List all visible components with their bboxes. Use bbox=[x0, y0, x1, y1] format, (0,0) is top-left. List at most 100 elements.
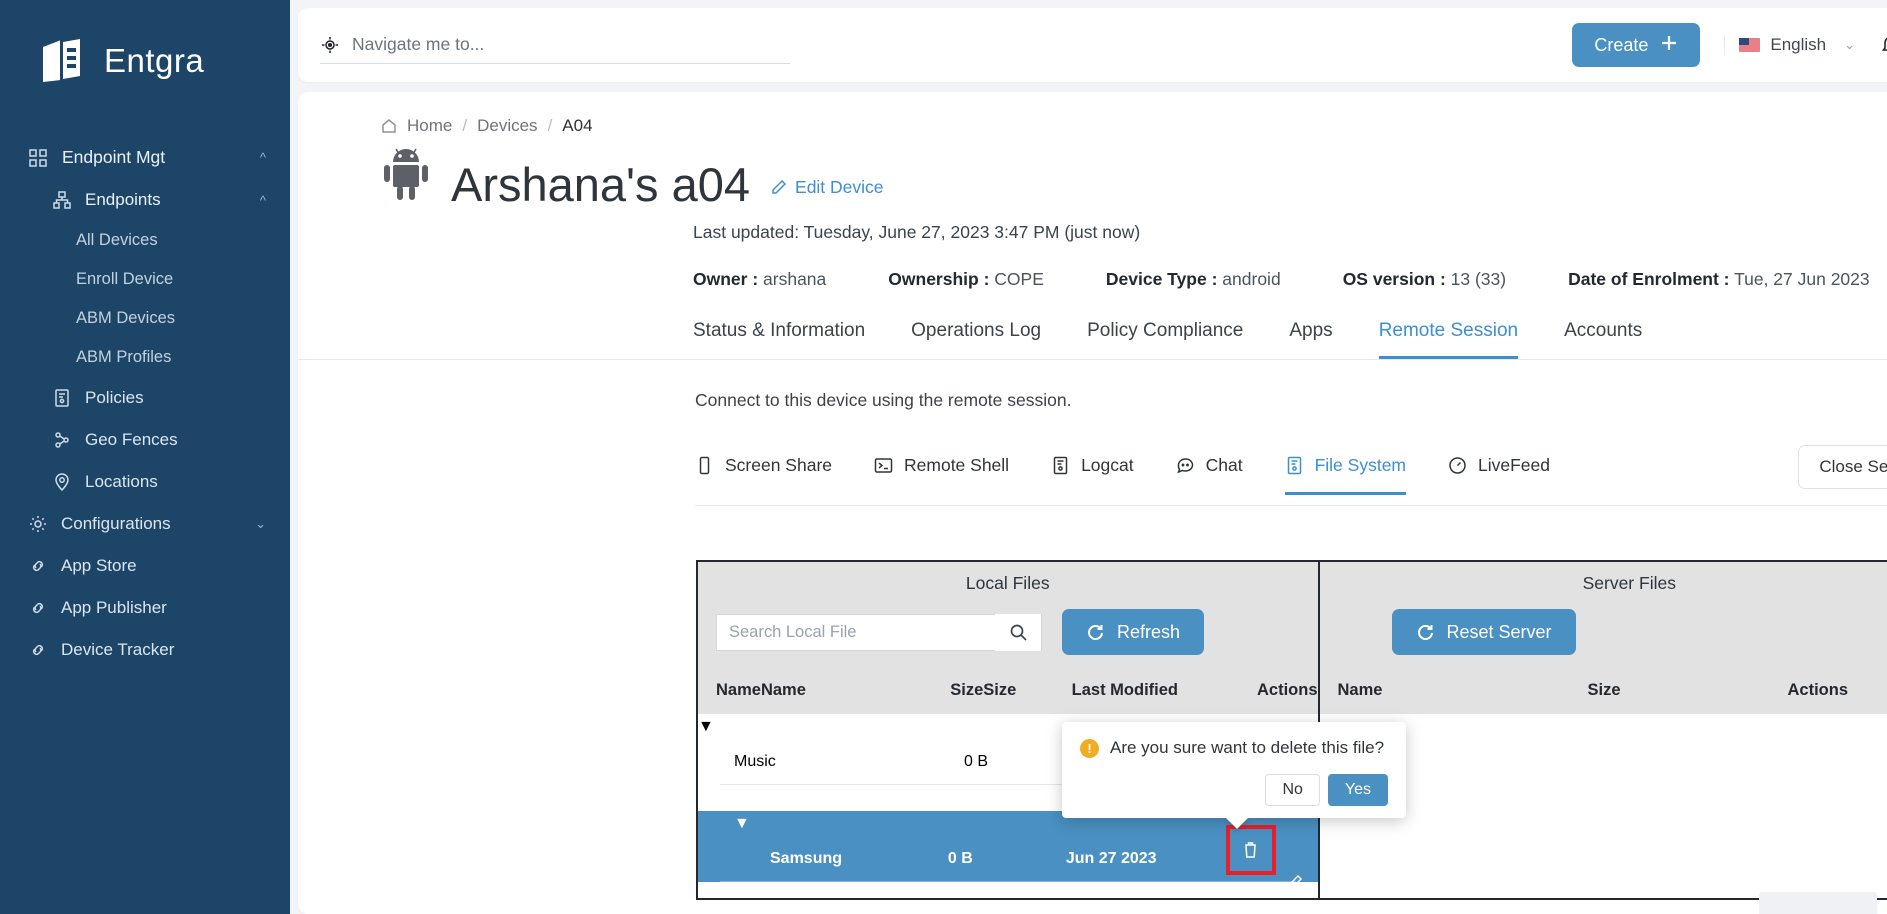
brand-logo[interactable]: Entgra bbox=[0, 28, 290, 88]
reset-server-button-label: Reset Server bbox=[1446, 621, 1552, 642]
sitemap-icon bbox=[52, 190, 72, 210]
sidebar-item-device-tracker[interactable]: Device Tracker bbox=[0, 629, 290, 671]
server-col-actions: Actions bbox=[1787, 681, 1849, 699]
device-header: Arshana's a04 Edit Device bbox=[298, 136, 1887, 208]
delete-confirm-message: Are you sure want to delete this file? bbox=[1110, 738, 1385, 757]
subtab-file-system[interactable]: File System bbox=[1284, 455, 1406, 495]
sidebar-item-enroll-device[interactable]: Enroll Device bbox=[0, 260, 290, 299]
link-icon bbox=[28, 598, 48, 618]
subtab-livefeed-label: LiveFeed bbox=[1478, 455, 1550, 475]
global-search[interactable] bbox=[320, 34, 790, 64]
breadcrumb-current: A04 bbox=[562, 116, 593, 135]
tab-accounts[interactable]: Accounts bbox=[1564, 320, 1642, 359]
meta-enrolment: Date of Enrolment : Tue, 27 Jun 2023 bbox=[1568, 269, 1870, 290]
terminal-icon bbox=[874, 458, 893, 473]
delete-no-button[interactable]: No bbox=[1265, 774, 1320, 806]
pencil-icon bbox=[772, 179, 787, 194]
reset-server-button[interactable]: Reset Server bbox=[1391, 609, 1576, 655]
sidebar-nav: Endpoint Mgt ^ Endpoints ^ All Devices E… bbox=[0, 136, 290, 671]
sidebar-label-endpoint-mgt: Endpoint Mgt bbox=[62, 147, 166, 167]
breadcrumb-home[interactable]: Home bbox=[407, 116, 452, 136]
remote-session-note: Connect to this device using the remote … bbox=[695, 390, 1072, 410]
row-divider bbox=[720, 881, 1296, 882]
breadcrumb-devices[interactable]: Devices bbox=[477, 116, 537, 136]
sidebar-item-geo-fences[interactable]: Geo Fences bbox=[0, 419, 290, 461]
search-input[interactable] bbox=[352, 34, 790, 55]
meta-device-type: Device Type : android bbox=[1106, 269, 1281, 290]
subtab-screen-share[interactable]: Screen Share bbox=[695, 455, 832, 495]
chevron-down-icon[interactable]: ⌄ bbox=[255, 516, 266, 532]
subtab-file-system-label: File System bbox=[1314, 455, 1406, 475]
edit-device-button[interactable]: Edit Device bbox=[770, 177, 884, 198]
sidebar-item-app-publisher[interactable]: App Publisher bbox=[0, 587, 290, 629]
server-files-title: Server Files bbox=[1319, 562, 1887, 603]
navigate-target-icon bbox=[320, 35, 340, 55]
geofence-icon bbox=[52, 430, 72, 450]
subtab-logcat-label: Logcat bbox=[1081, 455, 1134, 475]
link-icon bbox=[28, 640, 48, 660]
sidebar-item-policies[interactable]: Policies bbox=[0, 377, 290, 419]
delete-confirm-buttons: No Yes bbox=[1080, 774, 1388, 806]
meta-owner-value: arshana bbox=[763, 269, 827, 289]
sidebar-item-configurations[interactable]: Configurations ⌄ bbox=[0, 503, 290, 545]
meta-os-version-label: OS version : bbox=[1342, 269, 1446, 289]
language-selector[interactable]: English ⌄ bbox=[1724, 35, 1855, 55]
phone-icon bbox=[699, 456, 710, 475]
local-search-input[interactable] bbox=[717, 622, 995, 642]
row-twisty-icon[interactable]: ▼ bbox=[698, 718, 714, 736]
row-twisty-icon[interactable]: ▼ bbox=[698, 815, 750, 833]
tab-remote-session[interactable]: Remote Session bbox=[1378, 320, 1519, 359]
chevron-up-icon[interactable]: ^ bbox=[260, 193, 266, 208]
trash-icon[interactable] bbox=[1225, 824, 1276, 875]
local-files-title: Local Files bbox=[698, 562, 1318, 603]
tab-apps[interactable]: Apps bbox=[1289, 320, 1332, 359]
app-root: Entgra Endpoint Mgt ^ Endpoints ^ All De… bbox=[0, 0, 1887, 914]
delete-yes-button[interactable]: Yes bbox=[1327, 774, 1388, 806]
subtab-remote-shell[interactable]: Remote Shell bbox=[874, 455, 1009, 495]
notifications-button[interactable] bbox=[1879, 32, 1887, 58]
tab-status-information[interactable]: Status & Information bbox=[693, 320, 865, 359]
close-session-button[interactable]: Close Session bbox=[1798, 445, 1887, 489]
entgra-logo-icon bbox=[36, 34, 90, 88]
subtab-logcat[interactable]: Logcat bbox=[1051, 455, 1134, 495]
sidebar-item-abm-devices[interactable]: ABM Devices bbox=[0, 299, 290, 338]
meta-owner: Owner : arshana bbox=[693, 269, 826, 290]
subtab-livefeed[interactable]: LiveFeed bbox=[1448, 455, 1550, 495]
row-modified: Jun 27 2023 bbox=[1065, 850, 1157, 867]
link-icon bbox=[28, 556, 48, 576]
grid-icon bbox=[28, 148, 48, 168]
android-robot-icon bbox=[381, 146, 431, 202]
search-icon bbox=[1010, 624, 1027, 641]
meta-enrolment-label: Date of Enrolment : bbox=[1568, 269, 1730, 289]
topbar-actions: Create English ⌄ bbox=[1572, 23, 1887, 67]
location-pin-icon bbox=[52, 472, 72, 492]
sidebar-item-locations[interactable]: Locations bbox=[0, 461, 290, 503]
sidebar-item-abm-profiles[interactable]: ABM Profiles bbox=[0, 338, 290, 377]
remote-session-subtabs: Screen Share Remote Shell Logcat Chat Fi… bbox=[298, 411, 1887, 505]
tab-operations-log[interactable]: Operations Log bbox=[911, 320, 1041, 359]
refresh-button[interactable]: Refresh bbox=[1062, 609, 1205, 655]
local-search-box[interactable] bbox=[716, 613, 1042, 651]
home-icon bbox=[382, 119, 396, 133]
sidebar-label-locations: Locations bbox=[85, 472, 158, 491]
pencil-icon[interactable] bbox=[1272, 873, 1318, 892]
subtab-chat[interactable]: Chat bbox=[1176, 455, 1243, 495]
sidebar-label-device-tracker: Device Tracker bbox=[61, 640, 175, 659]
create-button[interactable]: Create bbox=[1572, 23, 1701, 67]
local-col-name: NameName bbox=[716, 681, 806, 699]
local-files-toolbar: Refresh bbox=[698, 603, 1318, 675]
tab-policy-compliance[interactable]: Policy Compliance bbox=[1087, 320, 1243, 359]
chevron-down-icon: ⌄ bbox=[1844, 37, 1856, 52]
sidebar-item-all-devices[interactable]: All Devices bbox=[0, 221, 290, 260]
sidebar-item-endpoints[interactable]: Endpoints ^ bbox=[0, 179, 290, 221]
sidebar-item-app-store[interactable]: App Store bbox=[0, 545, 290, 587]
local-col-modified: Last Modified bbox=[1071, 681, 1178, 699]
sidebar-item-endpoint-mgt[interactable]: Endpoint Mgt ^ bbox=[0, 136, 290, 179]
server-files-toolbar: Reset Server bbox=[1319, 603, 1887, 675]
meta-os-version: OS version : 13 (33) bbox=[1343, 269, 1506, 290]
meta-owner-label: Owner : bbox=[693, 269, 759, 289]
local-search-button[interactable] bbox=[995, 613, 1041, 651]
meta-device-type-value: android bbox=[1222, 269, 1281, 289]
meta-enrolment-value: Tue, 27 Jun 2023 bbox=[1734, 269, 1870, 289]
chevron-up-icon[interactable]: ^ bbox=[260, 150, 266, 165]
